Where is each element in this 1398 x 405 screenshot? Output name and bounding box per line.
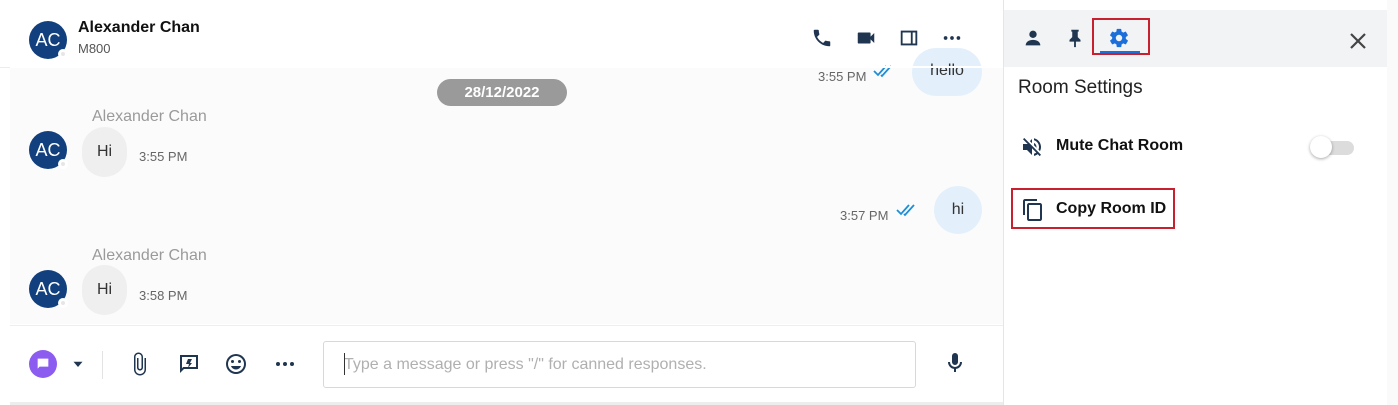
incoming-message-bubble[interactable]: Hi [82,265,128,315]
message-time: 3:57 PM [840,208,889,223]
read-receipt-icon [895,202,919,218]
dropdown-arrow-icon[interactable] [64,350,92,378]
composer-divider [102,351,103,379]
more-icon[interactable] [940,26,964,50]
profile-icon[interactable] [1018,23,1048,53]
copy-room-id-label: Copy Room ID [1056,200,1167,217]
chat-header: AC Alexander Chan M800 [0,0,1003,68]
video-icon[interactable] [854,26,878,50]
avatar-initials: AC [35,278,61,299]
mute-toggle[interactable] [1310,136,1354,158]
presence-dot [58,159,68,169]
scrollbar-gutter [1387,0,1398,405]
presence-dot [58,49,68,59]
message-time: 3:58 PM [139,288,188,303]
text-caret [344,353,345,375]
chat-area: AC Alexander Chan M800 hello 3:55 PM 28/… [0,0,1003,405]
incoming-message-bubble[interactable]: Hi [82,127,128,177]
canned-response-icon[interactable] [175,350,203,378]
message-list[interactable] [10,68,1003,324]
contact-subtitle: M800 [78,41,111,56]
avatar-initials: AC [35,139,61,160]
emoji-icon[interactable] [222,350,250,378]
message-text: hi [951,201,965,218]
mute-chat-room-label: Mute Chat Room [1056,137,1184,154]
outgoing-message-bubble[interactable]: hello [912,48,982,96]
room-settings-panel: Room Settings Mute Chat Room Copy Room I… [1004,0,1387,405]
sender-name: Alexander Chan [92,108,207,125]
toggle-knob [1310,136,1332,158]
avatar[interactable]: AC [29,270,68,308]
date-separator: 28/12/2022 [437,79,567,106]
panel-title: Room Settings [1018,77,1143,98]
copy-room-id-button[interactable]: Copy Room ID [1011,188,1175,229]
split-view-icon[interactable] [897,26,921,50]
chat-type-icon[interactable] [29,350,57,378]
sender-name: Alexander Chan [92,247,207,264]
avatar[interactable]: AC [29,131,68,169]
phone-icon[interactable] [810,26,834,50]
copy-icon [1023,199,1042,221]
panel-tab-bar [1004,10,1387,67]
avatar-initials: AC [35,29,61,50]
header-shadow [10,66,1003,68]
mute-chat-room-row[interactable]: Mute Chat Room [1004,125,1387,169]
message-input[interactable] [323,341,916,388]
outgoing-message-bubble[interactable]: hi [934,186,982,234]
message-text: hello [930,62,964,79]
contact-name[interactable]: Alexander Chan [78,19,200,37]
message-time: 3:55 PM [818,69,867,84]
pin-icon[interactable] [1060,23,1090,53]
microphone-icon[interactable] [941,349,969,377]
message-text: Hi [97,143,113,160]
settings-tab-highlight [1092,18,1150,55]
attachment-icon[interactable] [126,350,154,378]
close-icon[interactable] [1343,26,1373,56]
more-icon[interactable] [271,350,299,378]
message-text: Hi [97,281,113,298]
avatar[interactable]: AC [29,21,68,59]
message-time: 3:55 PM [139,149,188,164]
volume-off-icon [1023,138,1041,157]
presence-dot [58,298,68,308]
